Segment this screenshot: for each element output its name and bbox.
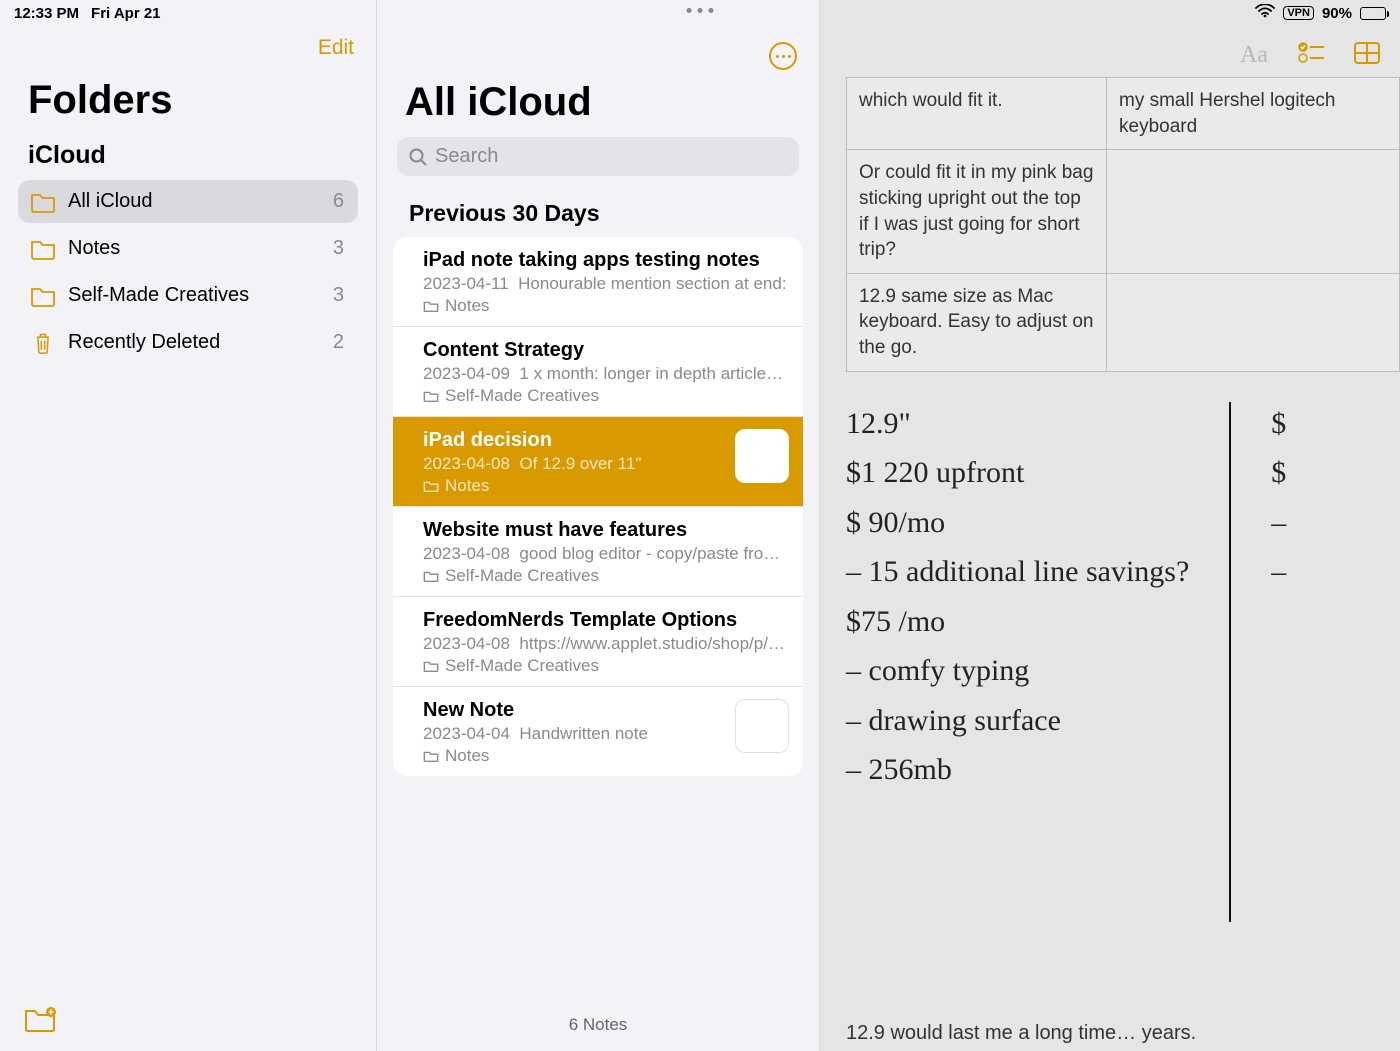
handwritten-line: – drawing surface — [846, 699, 1189, 743]
folder-row-all-icloud[interactable]: All iCloud6 — [18, 180, 358, 223]
note-item-title: Content Strategy — [423, 339, 787, 362]
text-style-button[interactable]: Aa — [1240, 42, 1268, 71]
handwritten-line: $ — [1271, 402, 1286, 446]
folders-title: Folders — [0, 60, 376, 137]
vpn-badge: VPN — [1283, 6, 1314, 20]
note-detail-panel: Aa which would fit it.my small Hershel l… — [820, 0, 1400, 1051]
note-item[interactable]: Website must have features2023-04-08 goo… — [393, 507, 803, 597]
note-thumbnail — [735, 429, 789, 483]
folder-label: Recently Deleted — [58, 331, 333, 354]
note-bottom-text: 12.9 would last me a long time… years. — [846, 1022, 1400, 1045]
note-item-title: iPad decision — [423, 429, 787, 452]
more-options-button[interactable] — [769, 42, 797, 70]
folder-row-notes[interactable]: Notes3 — [18, 227, 358, 270]
note-item-subtitle: 2023-04-09 1 x month: longer in depth ar… — [423, 364, 787, 384]
folder-label: Self-Made Creatives — [58, 284, 333, 307]
battery-percent: 90% — [1322, 5, 1352, 22]
note-thumbnail — [735, 699, 789, 753]
folders-sidebar: Edit Folders iCloud All iCloud6Notes3Sel… — [0, 0, 376, 1051]
handwritten-line: 12.9" — [846, 402, 1189, 446]
handwritten-line: $75 /mo — [846, 600, 1189, 644]
table-cell[interactable]: Or could fit it in my pink bag sticking … — [847, 150, 1107, 274]
multitask-handle-icon[interactable] — [687, 8, 714, 13]
note-item[interactable]: FreedomNerds Template Options2023-04-08 … — [393, 597, 803, 687]
note-item[interactable]: iPad note taking apps testing notes2023-… — [393, 237, 803, 327]
table-cell[interactable]: my small Hershel logitech keyboard — [1107, 78, 1400, 150]
note-item-folder: Self-Made Creatives — [423, 656, 787, 676]
note-toolbar: Aa — [820, 30, 1400, 77]
wifi-icon — [1255, 4, 1275, 22]
note-item-title: FreedomNerds Template Options — [423, 609, 787, 632]
note-item-subtitle: 2023-04-11 Honourable mention section at… — [423, 274, 787, 294]
checklist-button[interactable] — [1298, 42, 1324, 71]
table-cell[interactable]: 12.9 same size as Mac keyboard. Easy to … — [847, 273, 1107, 371]
note-item-title: Website must have features — [423, 519, 787, 542]
handwritten-line: $1 220 upfront — [846, 451, 1189, 495]
note-item-subtitle: 2023-04-08 https://www.applet.studio/sho… — [423, 634, 787, 654]
status-time: 12:33 PM — [14, 5, 79, 22]
table-cell[interactable]: which would fit it. — [847, 78, 1107, 150]
note-body[interactable]: which would fit it.my small Hershel logi… — [820, 77, 1400, 1051]
folder-row-self-made-creatives[interactable]: Self-Made Creatives3 — [18, 274, 358, 317]
handwritten-line: – — [1271, 550, 1286, 594]
notes-list-panel: All iCloud Search Previous 30 Days iPad … — [376, 0, 820, 1051]
folder-count: 6 — [333, 190, 344, 213]
edit-button[interactable]: Edit — [0, 30, 376, 60]
note-item-folder: Self-Made Creatives — [423, 566, 787, 586]
note-item-folder: Self-Made Creatives — [423, 386, 787, 406]
folders-section: iCloud — [0, 137, 376, 180]
divider-line — [1229, 402, 1231, 922]
handwritten-line: – 15 additional line savings? — [846, 550, 1189, 594]
folder-icon — [28, 285, 58, 307]
search-placeholder: Search — [435, 145, 498, 168]
folder-count: 3 — [333, 284, 344, 307]
table-cell[interactable] — [1107, 150, 1400, 274]
status-bar: 12:33 PM Fri Apr 21 VPN 90% — [0, 0, 1400, 24]
note-item[interactable]: iPad decision2023-04-08 Of 12.9 over 11"… — [393, 417, 803, 507]
list-section-header: Previous 30 Days — [377, 176, 819, 237]
note-item-folder: Notes — [423, 296, 787, 316]
folder-icon — [28, 238, 58, 260]
note-item-subtitle: 2023-04-04 Handwritten note — [423, 724, 787, 744]
folder-row-recently-deleted[interactable]: Recently Deleted2 — [18, 321, 358, 364]
note-item-folder: Notes — [423, 476, 787, 496]
handwritten-line: $ — [1271, 451, 1286, 495]
handwritten-line: – 256mb — [846, 748, 1189, 792]
table-button[interactable] — [1354, 42, 1380, 71]
handwritten-line: – — [1271, 501, 1286, 545]
table-cell[interactable] — [1107, 273, 1400, 371]
folder-label: Notes — [58, 237, 333, 260]
folder-count: 2 — [333, 331, 344, 354]
new-folder-button[interactable] — [24, 1006, 56, 1037]
note-item-title: iPad note taking apps testing notes — [423, 249, 787, 272]
handwritten-line: $ 90/mo — [846, 501, 1189, 545]
list-title: All iCloud — [377, 30, 819, 137]
folder-count: 3 — [333, 237, 344, 260]
note-item-folder: Notes — [423, 746, 787, 766]
note-item-subtitle: 2023-04-08 Of 12.9 over 11" — [423, 454, 787, 474]
note-item-title: New Note — [423, 699, 787, 722]
handwriting-area[interactable]: 12.9" $1 220 upfront $ 90/mo – 15 additiona… — [846, 402, 1400, 922]
status-date: Fri Apr 21 — [91, 5, 160, 22]
folder-label: All iCloud — [58, 190, 333, 213]
note-item-subtitle: 2023-04-08 good blog editor - copy/paste… — [423, 544, 787, 564]
search-input[interactable]: Search — [397, 137, 799, 176]
note-item[interactable]: Content Strategy2023-04-09 1 x month: lo… — [393, 327, 803, 417]
trash-icon — [28, 332, 58, 354]
notes-count-footer: 6 Notes — [377, 1015, 819, 1035]
note-item[interactable]: New Note2023-04-04 Handwritten noteNotes — [393, 687, 803, 776]
note-table[interactable]: which would fit it.my small Hershel logi… — [846, 77, 1400, 372]
handwritten-line: – comfy typing — [846, 649, 1189, 693]
folder-icon — [28, 191, 58, 213]
battery-icon — [1360, 7, 1386, 20]
